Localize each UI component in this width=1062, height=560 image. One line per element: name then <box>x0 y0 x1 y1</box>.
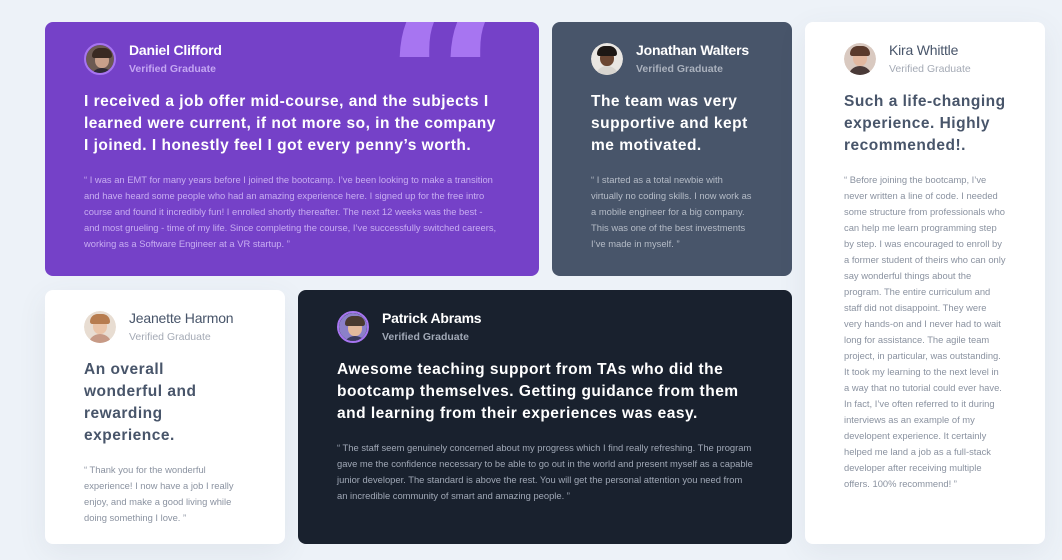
testimonial-body: “ I started as a total newbie with virtu… <box>591 174 752 249</box>
testimonial-body: “ The staff seem genuinely concerned abo… <box>337 442 753 501</box>
testimonial-body: “ I was an EMT for many years before I j… <box>84 174 497 249</box>
author-name: Patrick Abrams <box>382 310 482 326</box>
testimonial-headline: Such a life-changing experience. Highly … <box>844 93 1006 154</box>
testimonial-headline: I received a job offer mid-course, and t… <box>84 93 496 154</box>
testimonial-card-daniel: “ Daniel Clifford Verified Graduate I re… <box>45 22 539 276</box>
author-role: Verified Graduate <box>129 63 216 75</box>
author-name: Jonathan Walters <box>636 42 749 58</box>
testimonial-body: “ Before joining the bootcamp, I’ve neve… <box>844 174 1006 489</box>
testimonial-card-jonathan: Jonathan Walters Verified Graduate The t… <box>552 22 792 276</box>
testimonial-headline: An overall wonderful and rewarding exper… <box>84 361 197 444</box>
author-info: Daniel Clifford Verified Graduate <box>84 42 500 76</box>
author-name: Kira Whittle <box>889 42 959 58</box>
avatar <box>591 43 623 75</box>
avatar <box>84 311 116 343</box>
testimonial-card-kira: Kira Whittle Verified Graduate Such a li… <box>805 22 1045 544</box>
testimonial-body: “ Thank you for the wonderful experience… <box>84 464 234 523</box>
testimonial-card-jeanette: Jeanette Harmon Verified Graduate An ove… <box>45 290 285 544</box>
author-role: Verified Graduate <box>129 331 211 343</box>
author-info: Kira Whittle Verified Graduate <box>844 42 1006 76</box>
author-role: Verified Graduate <box>636 63 723 75</box>
avatar <box>844 43 876 75</box>
author-name: Daniel Clifford <box>129 42 222 58</box>
testimonial-card-patrick: Patrick Abrams Verified Graduate Awesome… <box>298 290 792 544</box>
avatar <box>84 43 116 75</box>
testimonial-headline: The team was very supportive and kept me… <box>591 93 748 154</box>
author-info: Patrick Abrams Verified Graduate <box>337 310 753 344</box>
author-info: Jonathan Walters Verified Graduate <box>591 42 753 76</box>
avatar <box>337 311 369 343</box>
author-info: Jeanette Harmon Verified Graduate <box>84 310 246 344</box>
author-role: Verified Graduate <box>382 331 469 343</box>
testimonial-headline: Awesome teaching support from TAs who di… <box>337 361 739 422</box>
author-role: Verified Graduate <box>889 63 971 75</box>
author-name: Jeanette Harmon <box>129 310 234 326</box>
